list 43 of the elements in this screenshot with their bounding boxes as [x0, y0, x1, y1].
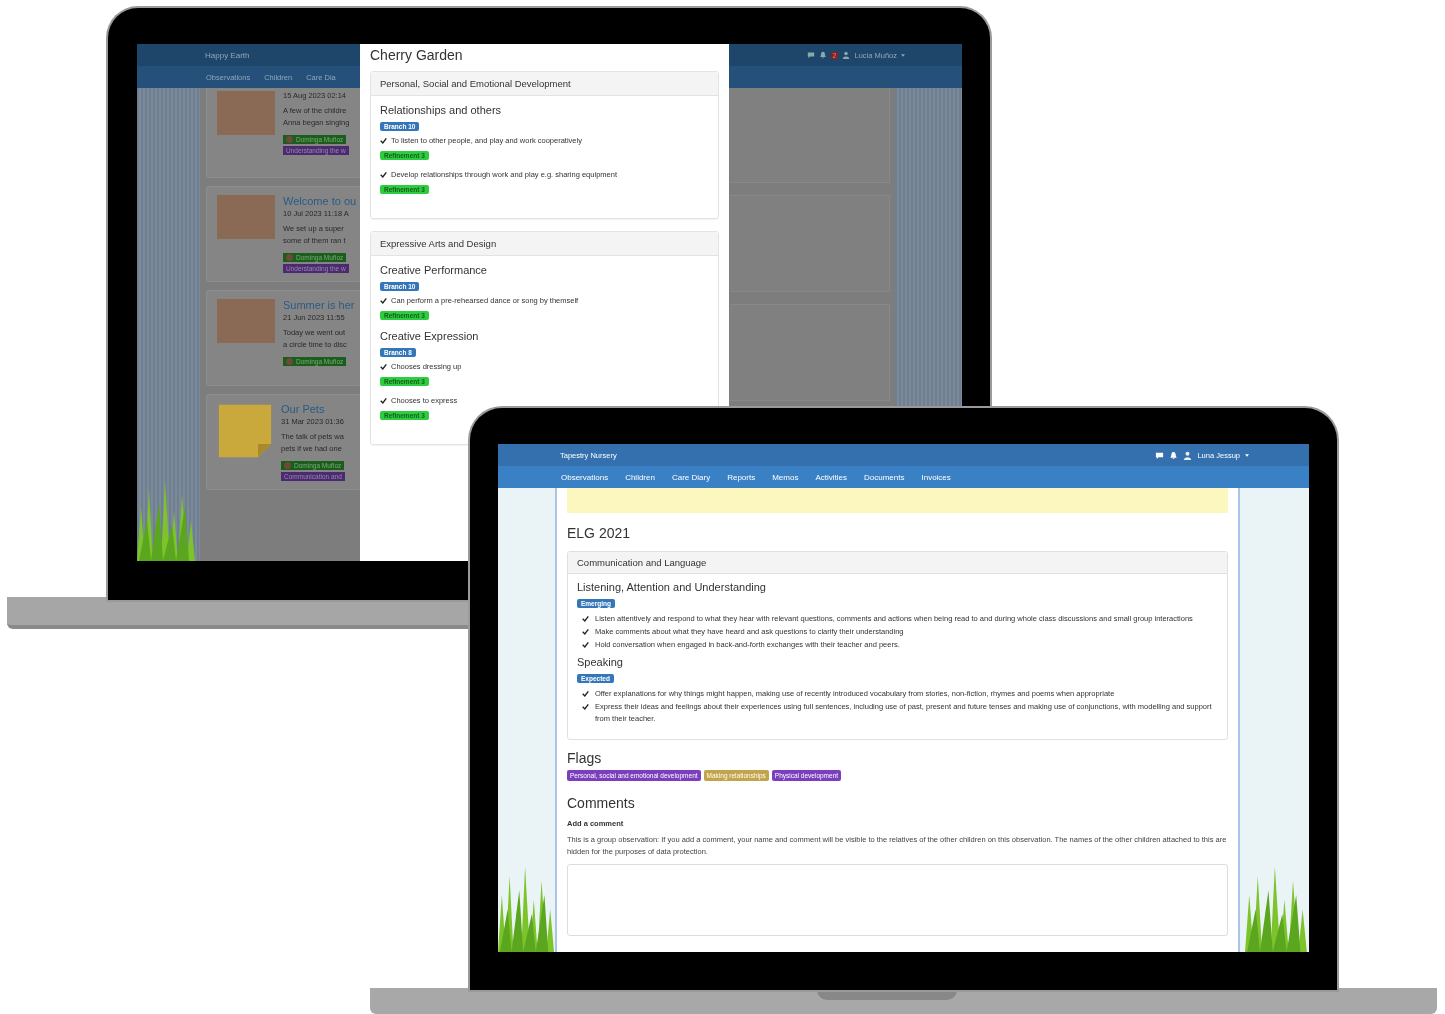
- user-icon: [1183, 450, 1193, 460]
- section-heading: Flags: [567, 750, 602, 766]
- section-title: Speaking: [577, 656, 623, 668]
- nav-tab[interactable]: Documents: [864, 472, 905, 482]
- chat-bubble-icon[interactable]: [806, 51, 815, 59]
- section-title: Listening, Attention and Understanding: [577, 581, 766, 593]
- panel-header: Communication and Language: [568, 552, 1227, 574]
- panel-header: Personal, Social and Emotional Development: [371, 72, 718, 96]
- bell-icon[interactable]: [818, 51, 827, 59]
- user-icon: [842, 51, 851, 59]
- nav-tab[interactable]: Children: [625, 472, 655, 482]
- avatar-icon: [284, 462, 291, 469]
- section-title: Creative Expression: [380, 330, 479, 342]
- avatar-icon: [286, 254, 293, 261]
- chat-bubble-icon[interactable]: [1155, 450, 1165, 460]
- nav-tab[interactable]: Reports: [727, 472, 756, 482]
- photo-placeholder: [217, 195, 275, 239]
- caret-icon: [901, 53, 905, 57]
- section-title: Relationships and others: [380, 104, 502, 116]
- comment-input-field[interactable]: [567, 864, 1228, 936]
- check-icon: [380, 397, 387, 404]
- nav-tab[interactable]: Observations: [561, 472, 609, 482]
- caret-icon: [1245, 453, 1249, 457]
- brand-name: Happy Earth: [205, 50, 250, 60]
- nav-tab[interactable]: Invoices: [921, 472, 951, 482]
- nav-tab[interactable]: Activities: [815, 472, 847, 482]
- bell-icon[interactable]: [1169, 450, 1179, 460]
- panel-header: Expressive Arts and Design: [371, 232, 718, 256]
- sticky-note-icon: [217, 403, 273, 459]
- check-icon: [380, 297, 387, 304]
- section-title: Creative Performance: [380, 264, 487, 276]
- modal-title: Cherry Garden: [370, 47, 464, 63]
- check-icon: [380, 363, 387, 370]
- photo-placeholder: [217, 299, 275, 343]
- nav-tab[interactable]: Memos: [772, 472, 799, 482]
- nav-tab[interactable]: Care Diary: [671, 472, 711, 482]
- avatar-icon: [286, 136, 293, 143]
- photo-placeholder: [217, 91, 275, 135]
- avatar-icon: [286, 358, 293, 365]
- check-icon: [380, 171, 387, 178]
- check-icon: [380, 137, 387, 144]
- section-heading: ELG 2021: [567, 525, 631, 541]
- section-heading: Comments: [567, 795, 635, 811]
